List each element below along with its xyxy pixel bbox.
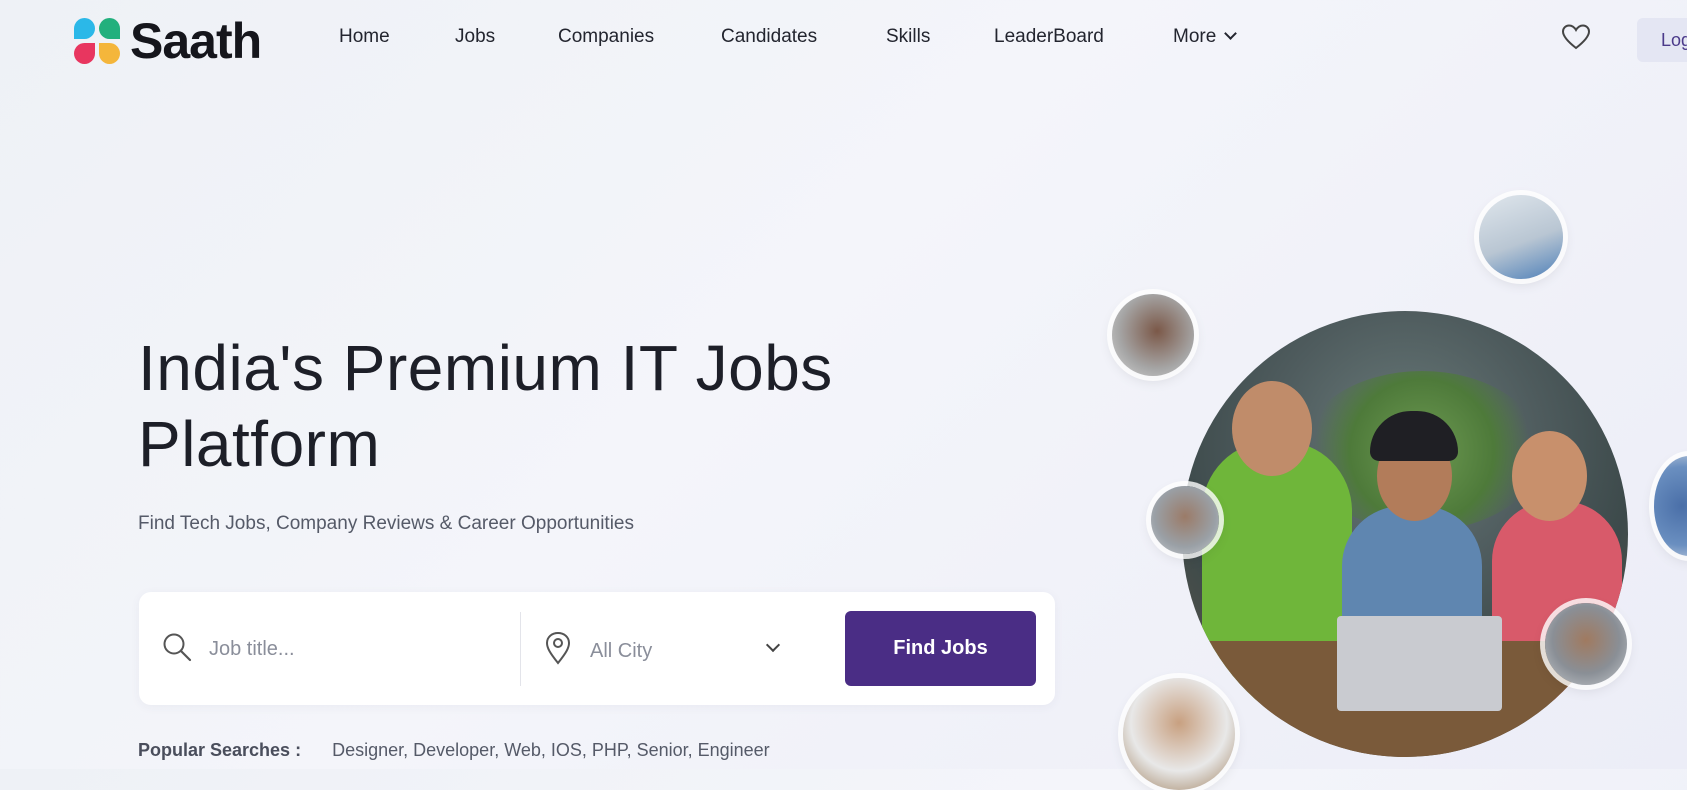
login-label: Log xyxy=(1661,30,1687,50)
popular-searches-tags[interactable]: Designer, Developer, Web, IOS, PHP, Seni… xyxy=(332,740,770,760)
nav-item-candidates[interactable]: Candidates xyxy=(721,26,817,48)
nav-more-label: More xyxy=(1173,26,1217,47)
nav-item-more[interactable]: More xyxy=(1173,26,1238,48)
brand-logo[interactable]: Saath xyxy=(74,13,262,69)
hero-subtitle: Find Tech Jobs, Company Reviews & Career… xyxy=(138,513,634,534)
worker-photo-man xyxy=(1151,486,1219,554)
brand-name: Saath xyxy=(130,13,262,69)
search-icon xyxy=(163,633,192,662)
nav-item-home[interactable]: Home xyxy=(339,26,390,48)
nav-item-leaderboard[interactable]: LeaderBoard xyxy=(994,26,1104,48)
site-header: Saath Home Jobs Companies Candidates Ski… xyxy=(0,0,1687,80)
find-jobs-button[interactable]: Find Jobs xyxy=(845,611,1036,686)
login-button[interactable]: Log xyxy=(1637,18,1687,62)
hero-title: India's Premium IT Jobs Platform xyxy=(138,332,833,480)
heart-icon[interactable] xyxy=(1561,23,1591,51)
worker-photo-chefs xyxy=(1123,678,1235,790)
popular-searches: Popular Searches : Designer, Developer, … xyxy=(138,740,770,761)
city-select-value: All City xyxy=(590,640,653,662)
chevron-down-icon xyxy=(765,637,781,653)
popular-searches-label: Popular Searches : xyxy=(138,740,302,760)
worker-photo-partial xyxy=(1654,456,1687,556)
hero-main-photo xyxy=(1182,311,1628,757)
worker-photo-barista xyxy=(1545,603,1627,685)
chevron-down-icon xyxy=(1224,27,1238,40)
logo-icon xyxy=(74,18,120,64)
map-pin-icon xyxy=(545,631,571,665)
worker-photo-hairdresser xyxy=(1112,294,1194,376)
nav-item-skills[interactable]: Skills xyxy=(886,26,930,48)
worker-photo-driver xyxy=(1479,195,1563,279)
nav-item-companies[interactable]: Companies xyxy=(558,26,654,48)
nav-item-jobs[interactable]: Jobs xyxy=(455,26,495,48)
job-title-input[interactable] xyxy=(207,630,511,668)
search-divider xyxy=(520,612,521,686)
city-select[interactable]: All City xyxy=(590,630,790,670)
